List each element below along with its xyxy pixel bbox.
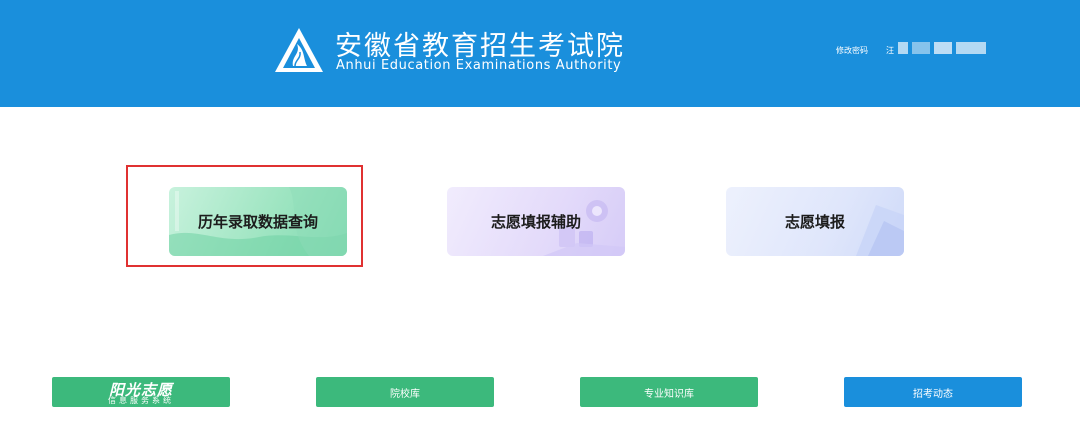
admission-history-card[interactable]: 历年录取数据查询: [169, 187, 347, 256]
college-database-button[interactable]: 院校库: [316, 377, 494, 407]
sunshine-application-button[interactable]: 阳光志愿 信息服务系统: [52, 377, 230, 407]
authority-logo-icon: [275, 28, 323, 72]
org-name-en: Anhui Education Examinations Authority: [336, 58, 622, 73]
card-label: 志愿填报辅助: [490, 213, 581, 231]
admission-news-button[interactable]: 招考动态: [844, 377, 1022, 407]
application-assist-card[interactable]: 志愿填报辅助: [447, 187, 625, 256]
site-header: 安徽省教育招生考试院 Anhui Education Examinations …: [0, 0, 1080, 107]
change-password-link[interactable]: 修改密码: [836, 45, 868, 56]
application-submit-card[interactable]: 志愿填报: [726, 187, 904, 256]
user-name-redacted: [898, 42, 986, 54]
site-brand[interactable]: 安徽省教育招生考试院 Anhui Education Examinations …: [273, 24, 673, 76]
major-database-button[interactable]: 专业知识库: [580, 377, 758, 407]
user-name-link[interactable]: 汪: [886, 45, 894, 56]
sunshine-subtitle: 信息服务系统: [108, 396, 174, 405]
card-label: 历年录取数据查询: [197, 213, 318, 231]
card-label: 志愿填报: [784, 213, 845, 231]
